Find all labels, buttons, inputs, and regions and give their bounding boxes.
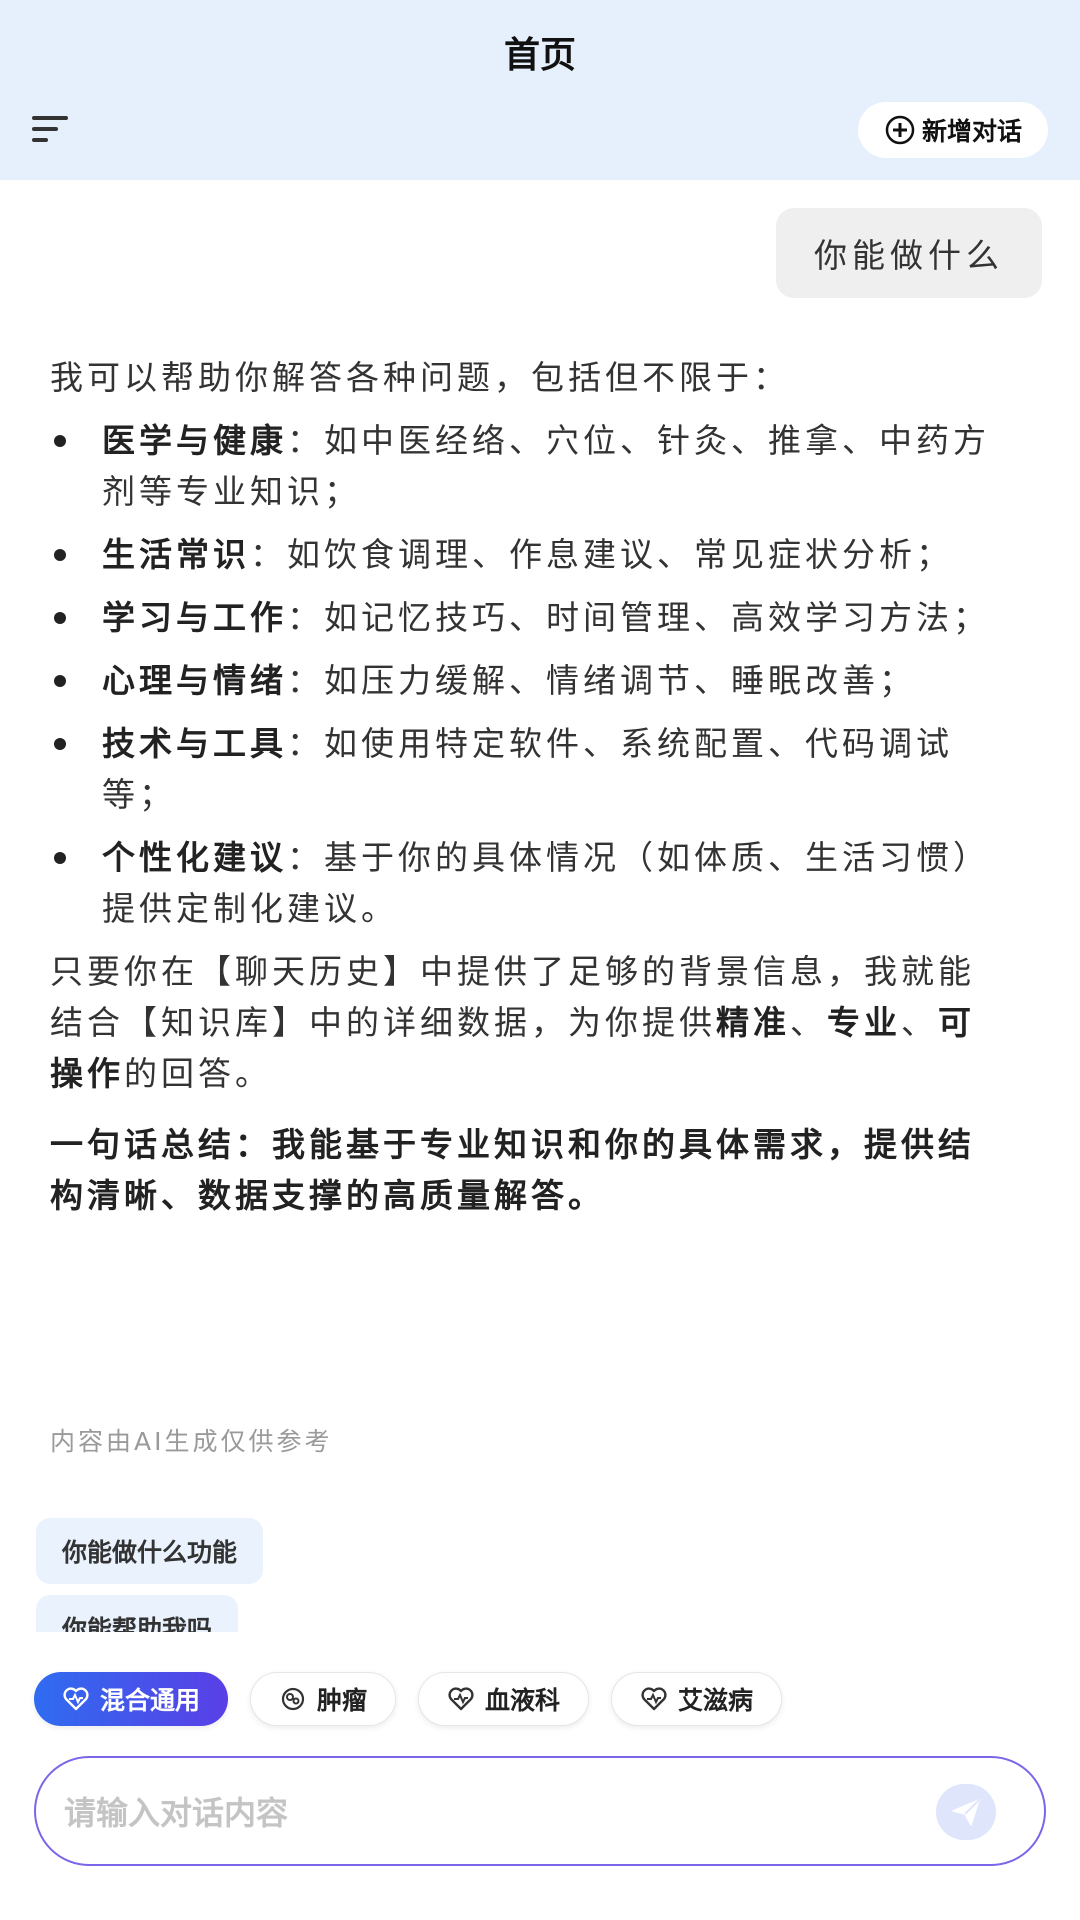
answer-list: 医学与健康：如中医经络、穴位、针灸、推拿、中药方剂等专业知识； 生活常识：如饮食… (50, 415, 1000, 934)
list-item: 生活常识：如饮食调理、作息建议、常见症状分析； (50, 529, 1000, 580)
list-item: 学习与工作：如记忆技巧、时间管理、高效学习方法； (50, 592, 1000, 643)
paragraph-bold: 精准 (716, 1003, 790, 1042)
item-text: ：如饮食调理、作息建议、常见症状分析； (250, 535, 953, 574)
app-header: 首页 新增对话 (0, 0, 1080, 180)
list-item: 个性化建议：基于你的具体情况（如体质、生活习惯）提供定制化建议。 (50, 832, 1000, 934)
heart-pulse-icon (641, 1687, 667, 1711)
new-chat-button[interactable]: 新增对话 (857, 102, 1048, 158)
answer-paragraph: 只要你在【聊天历史】中提供了足够的背景信息，我就能结合【知识库】中的详细数据，为… (50, 946, 1000, 1099)
send-icon (952, 1799, 980, 1826)
menu-button[interactable] (30, 112, 72, 146)
heart-pulse-icon (448, 1687, 474, 1711)
chip-tumor[interactable]: 肿瘤 (250, 1672, 397, 1726)
chip-label: 肿瘤 (317, 1686, 368, 1715)
chip-label: 血液科 (485, 1686, 561, 1715)
heart-pulse-icon (63, 1687, 89, 1711)
suggestion-clip: 你能帮助我吗 (0, 1590, 1080, 1632)
paragraph-text: 的回答。 (124, 1054, 272, 1093)
chip-label: 混合通用 (100, 1686, 201, 1715)
item-term: 学习与工作 (102, 598, 287, 637)
list-item: 医学与健康：如中医经络、穴位、针灸、推拿、中药方剂等专业知识； (50, 415, 1000, 517)
suggestion-chip[interactable]: 你能帮助我吗 (36, 1595, 239, 1632)
list-item: 技术与工具：如使用特定软件、系统配置、代码调试等； (50, 718, 1000, 820)
chat-input-container (34, 1756, 1046, 1866)
chip-hematology[interactable]: 血液科 (418, 1672, 590, 1726)
answer-summary: 一句话总结：我能基于专业知识和你的具体需求，提供结构清晰、数据支撑的高质量解答。 (50, 1125, 975, 1215)
item-term: 技术与工具 (102, 724, 287, 763)
plus-circle-icon (885, 115, 915, 145)
chip-label: 艾滋病 (678, 1686, 754, 1715)
chip-mixed-general[interactable]: 混合通用 (34, 1672, 229, 1726)
item-term: 个性化建议 (102, 838, 287, 877)
send-button[interactable] (936, 1784, 996, 1840)
user-message-bubble: 你能做什么 (776, 208, 1042, 298)
menu-icon (32, 116, 68, 142)
answer-intro: 我可以帮助你解答各种问题，包括但不限于： (50, 358, 790, 397)
paragraph-text: 、 (790, 1003, 827, 1042)
paragraph-bold: 专业 (827, 1003, 901, 1042)
item-term: 医学与健康 (102, 421, 287, 460)
item-term: 心理与情绪 (102, 661, 287, 700)
item-text: ：如压力缓解、情绪调节、睡眠改善； (287, 661, 916, 700)
item-text: ：如记忆技巧、时间管理、高效学习方法； (287, 598, 990, 637)
new-chat-label: 新增对话 (921, 117, 1022, 146)
list-item: 心理与情绪：如压力缓解、情绪调节、睡眠改善； (50, 655, 1000, 706)
assistant-answer: 我可以帮助你解答各种问题，包括但不限于： 医学与健康：如中医经络、穴位、针灸、推… (50, 352, 1000, 1221)
suggestion-chip[interactable]: 你能做什么功能 (36, 1518, 264, 1584)
chat-input[interactable] (64, 1784, 924, 1842)
mode-chips: 混合通用 肿瘤 血液科 艾滋病 (34, 1672, 783, 1726)
paragraph-text: 、 (901, 1003, 938, 1042)
item-term: 生活常识 (102, 535, 250, 574)
chip-aids[interactable]: 艾滋病 (611, 1672, 783, 1726)
page-title: 首页 (503, 35, 576, 76)
ai-disclaimer: 内容由AI生成仅供参考 (50, 1427, 333, 1456)
tumor-icon (281, 1687, 305, 1711)
